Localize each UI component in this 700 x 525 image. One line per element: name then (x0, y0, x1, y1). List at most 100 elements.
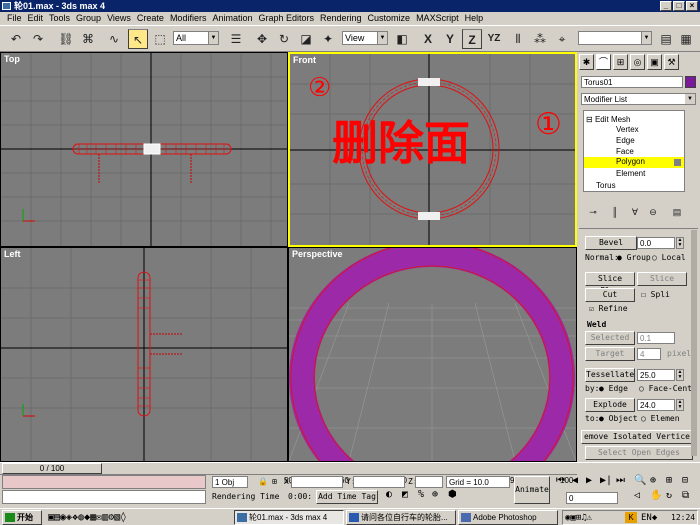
tessellate-button[interactable]: Tessellate (585, 368, 635, 382)
animate-button[interactable]: Animate (514, 476, 550, 504)
menu-modifiers[interactable]: Modifiers (167, 12, 210, 25)
menu-graph-editors[interactable]: Graph Editors (255, 12, 317, 25)
menu-maxscript[interactable]: MAXScript (413, 12, 462, 25)
time-slider-thumb[interactable]: 0 / 100 (2, 463, 102, 474)
stack-item-face[interactable]: Face (616, 147, 634, 157)
scale-icon[interactable]: ◪ (296, 29, 316, 49)
undo-icon[interactable]: ↶ (6, 29, 26, 49)
menu-group[interactable]: Group (73, 12, 104, 25)
redo-icon[interactable]: ↷ (28, 29, 48, 49)
percent-snap-icon[interactable]: % (418, 490, 424, 500)
viewport-left[interactable]: Left (0, 247, 288, 462)
display-tab-icon[interactable]: ▣ (647, 54, 662, 70)
cut-button[interactable]: Cut (585, 288, 635, 302)
field-of-view-icon[interactable]: ◁ (634, 491, 640, 501)
pan-icon[interactable]: ✋ (650, 491, 662, 501)
array-icon[interactable]: ⁂ (530, 29, 550, 49)
axis-plane-button[interactable]: YZ (484, 29, 504, 49)
viewport-top[interactable]: Top (0, 52, 288, 247)
select-by-name-icon[interactable]: ☰ (226, 29, 246, 49)
start-button[interactable]: 开始 (2, 510, 42, 525)
track-view-icon[interactable]: ▤ (656, 29, 676, 49)
lock-icon[interactable]: 🔒 (258, 477, 268, 487)
ime-indicator-icon[interactable]: K (625, 512, 637, 523)
axis-y-button[interactable]: Y (440, 29, 460, 49)
remove-isolated-vertices-button[interactable]: emove Isolated Vertice (581, 430, 693, 444)
bevel-spinner-icon[interactable]: ▲ ▼ (676, 237, 684, 249)
modifier-list-dropdown[interactable]: Modifier List ▼ (581, 93, 696, 105)
tessellate-tension-field[interactable]: 25.0 (637, 369, 675, 381)
task-photoshop[interactable]: Adobe Photoshop (458, 510, 558, 525)
objects-radio[interactable]: ● Object (599, 414, 638, 424)
menu-help[interactable]: Help (462, 12, 487, 25)
bevel-value-field[interactable]: 0.0 (637, 237, 675, 249)
play-icon[interactable]: ▶ (586, 476, 592, 486)
rotate-icon[interactable]: ↻ (274, 29, 294, 49)
pivot-center-icon[interactable]: ◧ (392, 29, 412, 49)
explode-spinner-icon[interactable]: ▲ ▼ (676, 399, 684, 411)
select-object-icon[interactable]: ↖ (128, 29, 148, 49)
target-pixels-field[interactable]: 4 (637, 348, 661, 360)
stack-item-torus[interactable]: Torus (596, 181, 616, 191)
time-slider[interactable]: 0 / 100 (0, 463, 577, 475)
select-link-icon[interactable]: ⛓ (56, 29, 76, 49)
close-button[interactable]: × (686, 1, 698, 11)
angle-snap-icon[interactable]: ◩ (402, 490, 408, 500)
menu-create[interactable]: Create (134, 12, 167, 25)
selected-threshold-field[interactable]: 0.1 (637, 332, 675, 344)
bevel-button[interactable]: Bevel (585, 236, 637, 250)
refine-checkbox[interactable]: ☑ Refine (589, 304, 628, 314)
add-time-tag-button[interactable]: Add Time Tag (316, 490, 378, 504)
current-frame-field[interactable]: 0 (566, 492, 618, 504)
absolute-mode-icon[interactable]: ⊞ (272, 477, 277, 487)
utilities-tab-icon[interactable]: ⚒ (664, 54, 679, 70)
slice-plane-button[interactable]: Slice Plan (585, 272, 635, 295)
face-center-radio[interactable]: ○ Face-Cent (639, 384, 692, 394)
goto-start-icon[interactable]: ⏮ (556, 476, 565, 486)
menu-edit[interactable]: Edit (25, 12, 47, 25)
slice-button[interactable]: Slice (637, 272, 687, 286)
make-unique-icon[interactable]: ∀ (625, 202, 645, 222)
split-checkbox[interactable]: ☐ Spli (641, 290, 670, 300)
group-radio[interactable]: ● Group (617, 253, 651, 263)
schematic-icon[interactable]: ▦ (676, 29, 696, 49)
next-frame-icon[interactable]: ▶| (600, 476, 612, 486)
zoom-all-icon[interactable]: ⊕ (650, 476, 656, 486)
menu-tools[interactable]: Tools (46, 12, 73, 25)
explode-button[interactable]: Explode (585, 398, 635, 412)
prompt-line[interactable] (2, 490, 206, 504)
minimize-button[interactable]: _ (660, 1, 672, 11)
menu-views[interactable]: Views (104, 12, 134, 25)
stack-item-edge[interactable]: Edge (616, 136, 635, 146)
maxscript-listener[interactable] (2, 475, 206, 489)
menu-customize[interactable]: Customize (365, 12, 414, 25)
explode-angle-field[interactable]: 24.0 (637, 399, 675, 411)
move-icon[interactable]: ✥ (252, 29, 272, 49)
y-coord-field[interactable] (353, 476, 405, 488)
show-end-result-icon[interactable]: ║ (605, 202, 625, 222)
maximize-viewport-icon[interactable]: ⧉ (682, 491, 689, 501)
motion-tab-icon[interactable]: ◎ (630, 54, 645, 70)
selection-lock-icon[interactable]: ⬢ (448, 490, 457, 500)
command-panel-scrollbar[interactable] (691, 230, 697, 456)
tray-icons-2[interactable]: EN◆ (641, 513, 657, 523)
modify-tab-icon[interactable]: ⌒ (596, 54, 611, 70)
target-button[interactable]: Target (585, 347, 635, 361)
object-name-field[interactable]: Torus01 (581, 76, 683, 88)
arc-rotate-icon[interactable]: ↻ (666, 491, 672, 501)
stack-item-vertex[interactable]: Vertex (616, 125, 639, 135)
mirror-icon[interactable]: ⫴ (508, 29, 528, 49)
unlink-icon[interactable]: ⌘ (78, 29, 98, 49)
zoom-extents-icon[interactable]: ⊞ (666, 476, 672, 486)
quicklaunch-icon[interactable]: ▣▤◉◈❖◍◆▦✉▥⚙▧◊ (48, 513, 126, 523)
bind-space-warp-icon[interactable]: ∿ (104, 29, 124, 49)
configure-sets-icon[interactable]: ▤ (667, 202, 687, 222)
local-radio[interactable]: ○ Local (652, 253, 686, 263)
stack-item-element[interactable]: Element (616, 169, 645, 179)
axis-x-button[interactable]: X (418, 29, 438, 49)
zoom-extents-all-icon[interactable]: ⊟ (682, 476, 688, 486)
menu-animation[interactable]: Animation (209, 12, 255, 25)
maximize-button[interactable]: □ (673, 1, 685, 11)
snap-toggle-icon[interactable]: ◐ (386, 490, 392, 500)
tray-icons[interactable]: ◉▣⊞♫⚠ (565, 513, 592, 523)
